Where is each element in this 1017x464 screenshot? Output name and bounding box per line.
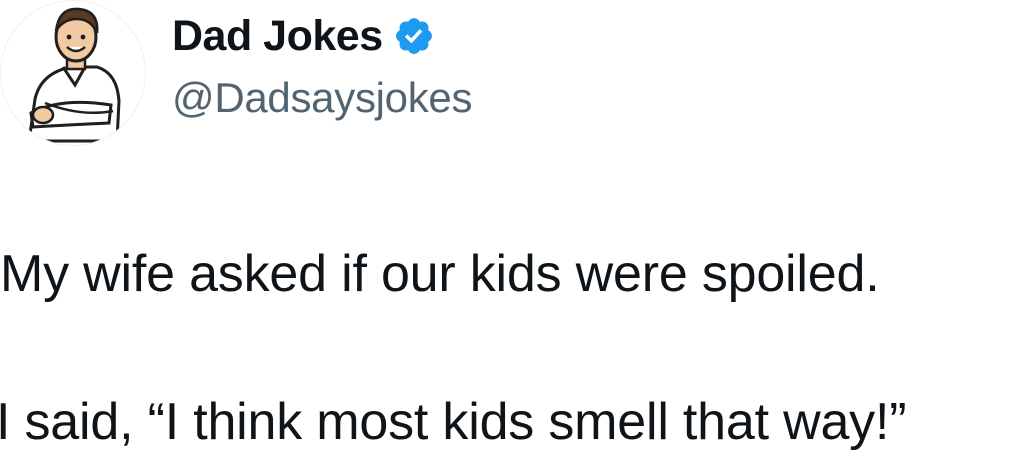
tweet-card: Dad Jokes @Dadsaysjokes My wife asked if… [0, 0, 1017, 464]
verified-badge-icon [393, 15, 435, 57]
author-display-name[interactable]: Dad Jokes [172, 12, 383, 61]
cartoon-man-avatar-icon [27, 7, 121, 143]
author-handle[interactable]: @Dadsaysjokes [172, 74, 473, 122]
tweet-text-line-2: I said, “I think most kids smell that wa… [0, 393, 907, 451]
author-name-row: Dad Jokes [172, 8, 435, 64]
tweet-text-line-1: My wife asked if our kids were spoiled. [0, 245, 880, 303]
author-avatar[interactable] [0, 0, 146, 146]
